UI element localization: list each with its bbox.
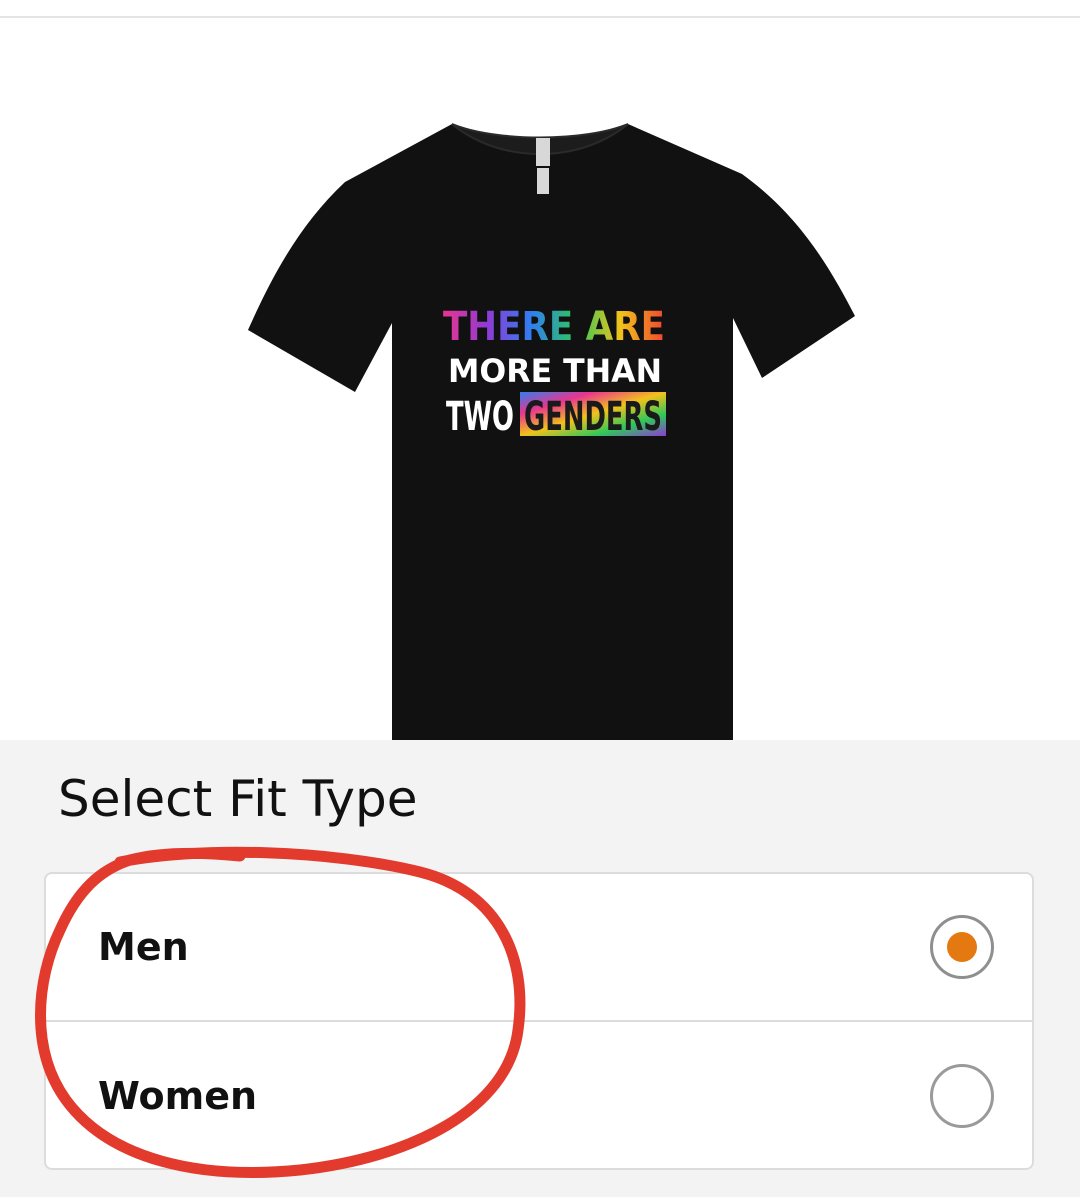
radio-button-unselected[interactable] bbox=[930, 1064, 994, 1128]
fit-type-options: Men Women bbox=[44, 872, 1034, 1170]
fit-type-title: Select Fit Type bbox=[58, 770, 418, 828]
print-line-1: THERE ARE bbox=[443, 304, 665, 350]
fit-option-women[interactable]: Women bbox=[46, 1022, 1032, 1170]
radio-button-selected[interactable] bbox=[930, 915, 994, 979]
print-line-2: MORE THAN bbox=[448, 352, 662, 390]
print-line-3: TWO bbox=[446, 394, 514, 440]
fit-option-label: Women bbox=[98, 1074, 258, 1118]
radio-dot-icon bbox=[947, 932, 977, 962]
print-line-4: GENDERS bbox=[524, 394, 662, 440]
fit-option-men[interactable]: Men bbox=[46, 874, 1032, 1022]
fit-option-label: Men bbox=[98, 925, 189, 969]
product-image[interactable]: THERE ARE MORE THAN TWO GENDERS bbox=[0, 18, 1080, 740]
tshirt-icon: THERE ARE MORE THAN TWO GENDERS bbox=[248, 123, 855, 740]
